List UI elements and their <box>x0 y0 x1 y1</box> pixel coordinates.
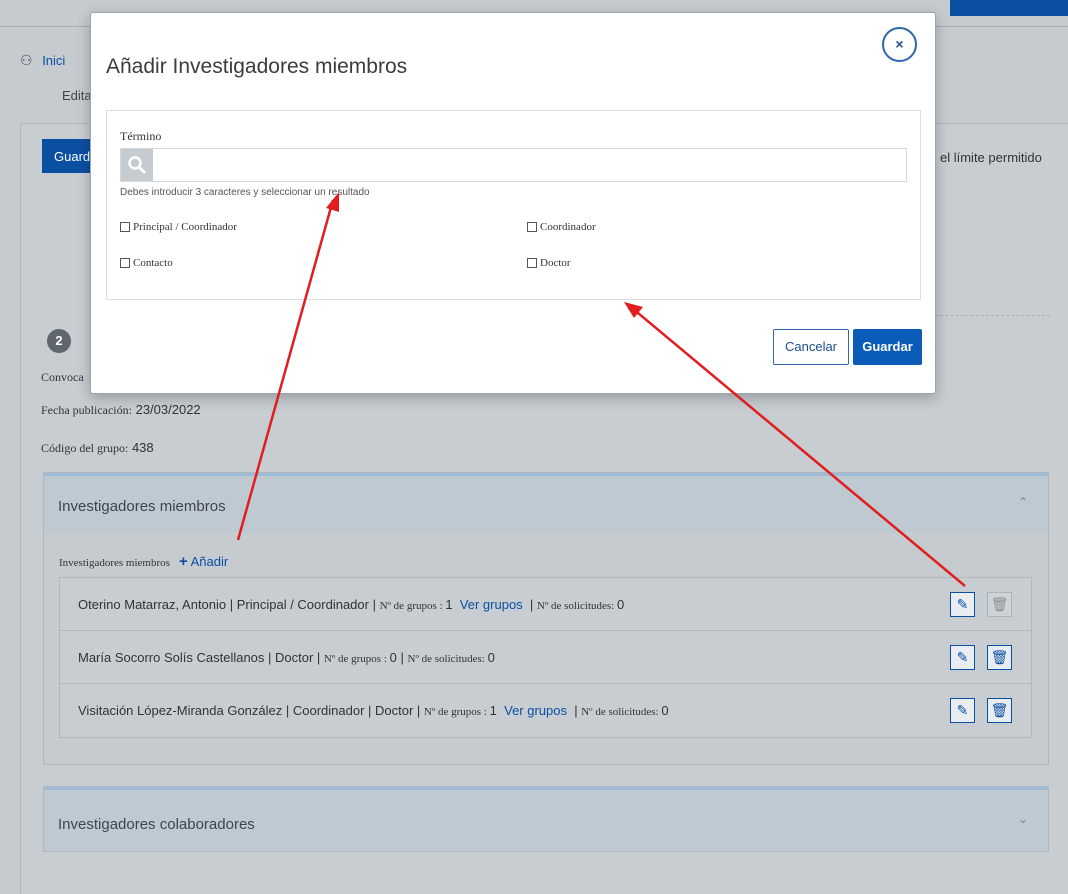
plus-icon: + <box>178 553 188 570</box>
grupos-value: 1 <box>445 597 453 612</box>
convocatoria-label: Convoca <box>41 370 84 384</box>
codigo-grupo: Código del grupo: 438 <box>41 440 154 456</box>
close-icon: × <box>895 36 904 52</box>
trash-icon: 🗑 <box>990 702 1009 718</box>
solicitudes-label: Nº de solicitudes: <box>581 706 662 718</box>
checkbox-label: Coordinador <box>540 221 596 233</box>
users-icon: ⚇ <box>20 52 33 68</box>
edit-button[interactable]: ✎ <box>950 592 975 617</box>
add-members-modal: Añadir Investigadores miembros × Término… <box>90 12 936 394</box>
grupos-value: 1 <box>489 703 497 718</box>
pencil-icon: ✎ <box>956 596 969 612</box>
member-name: Visitación López-Miranda González | Coor… <box>78 703 424 718</box>
solicitudes-label: Nº de solicitudes: <box>407 653 488 665</box>
delete-button[interactable]: 🗑 <box>987 645 1012 670</box>
trash-icon: 🗑 <box>990 649 1009 665</box>
checkbox-label: Contacto <box>133 257 173 269</box>
top-bar-accent <box>950 0 1068 16</box>
delete-button[interactable]: 🗑 <box>987 592 1012 617</box>
edit-button[interactable]: ✎ <box>950 645 975 670</box>
search-input[interactable] <box>154 149 906 181</box>
delete-button[interactable]: 🗑 <box>987 698 1012 723</box>
list-item: Visitación López-Miranda González | Coor… <box>60 684 1031 737</box>
checkbox-box[interactable] <box>527 222 537 232</box>
breadcrumb-current: Edita <box>62 88 92 103</box>
member-name: María Socorro Solís Castellanos | Doctor… <box>78 650 324 665</box>
collaborators-panel-header[interactable]: Investigadores colaboradores ⌄ <box>44 787 1048 851</box>
section-divider <box>930 315 1050 316</box>
solicitudes-value: 0 <box>487 650 495 665</box>
members-panel-header[interactable]: Investigadores miembros ⌃ <box>44 473 1048 533</box>
chevron-down-icon[interactable]: ⌄ <box>1018 812 1028 826</box>
modal-title: Añadir Investigadores miembros <box>106 55 408 78</box>
grupos-value: 0 | <box>389 650 408 665</box>
checkbox-box[interactable] <box>527 258 537 268</box>
chevron-up-icon[interactable]: ⌃ <box>1018 495 1028 509</box>
add-member-label: Añadir <box>190 554 229 569</box>
member-info: Visitación López-Miranda González | Coor… <box>78 703 669 718</box>
search-field <box>120 148 907 182</box>
ver-grupos-link[interactable]: Ver grupos <box>460 597 523 612</box>
list-item: María Socorro Solís Castellanos | Doctor… <box>60 631 1031 684</box>
checkbox-label: Doctor <box>540 257 571 269</box>
cancel-button[interactable]: Cancelar <box>773 329 849 365</box>
checkbox-label: Principal / Coordinador <box>133 221 237 233</box>
search-form: Término Debes introducir 3 caracteres y … <box>106 110 921 300</box>
checkbox-principal-coordinador[interactable]: Principal / Coordinador <box>120 221 237 233</box>
members-add-row: Investigadores miembros + Añadir <box>59 553 228 570</box>
breadcrumb-home-link[interactable]: Inici <box>42 53 65 68</box>
pencil-icon: ✎ <box>956 649 969 665</box>
checkbox-contacto[interactable]: Contacto <box>120 257 173 269</box>
grupos-label: Nº de grupos : <box>379 600 446 612</box>
members-panel-title: Investigadores miembros <box>58 498 226 515</box>
list-item: Oterino Matarraz, Antonio | Principal / … <box>60 578 1031 631</box>
collaborators-panel: Investigadores colaboradores ⌄ <box>43 786 1049 852</box>
add-member-link[interactable]: + Añadir <box>178 553 229 570</box>
grupos-label: Nº de grupos : <box>323 653 390 665</box>
fecha-publicacion: Fecha publicación: 23/03/2022 <box>41 402 201 418</box>
codigo-value: 438 <box>131 440 154 455</box>
checkbox-box[interactable] <box>120 258 130 268</box>
ver-grupos-link[interactable]: Ver grupos <box>504 703 567 718</box>
save-button[interactable]: Guardar <box>853 329 922 365</box>
collaborators-panel-title: Investigadores colaboradores <box>58 816 255 833</box>
solicitudes-value: 0 <box>661 703 669 718</box>
checkbox-coordinador[interactable]: Coordinador <box>527 221 596 233</box>
breadcrumb: ⚇ Inici <box>20 52 65 69</box>
step-number-badge: 2 <box>47 329 71 353</box>
close-button[interactable]: × <box>882 27 917 62</box>
search-hint: Debes introducir 3 caracteres y seleccio… <box>120 187 370 198</box>
member-info: Oterino Matarraz, Antonio | Principal / … <box>78 597 625 612</box>
member-name: Oterino Matarraz, Antonio | Principal / … <box>78 597 380 612</box>
members-list: Oterino Matarraz, Antonio | Principal / … <box>59 577 1032 738</box>
pencil-icon: ✎ <box>956 702 969 718</box>
term-label: Término <box>120 129 162 143</box>
limit-notice: el límite permitido <box>940 150 1042 165</box>
solicitudes-value: 0 <box>616 597 625 612</box>
fecha-value: 23/03/2022 <box>135 402 201 417</box>
trash-icon: 🗑 <box>990 596 1009 612</box>
fecha-label: Fecha publicación: <box>41 403 132 417</box>
edit-button[interactable]: ✎ <box>950 698 975 723</box>
checkbox-doctor[interactable]: Doctor <box>527 257 571 269</box>
solicitudes-label: Nº de solicitudes: <box>536 600 617 612</box>
search-icon <box>121 149 153 181</box>
grupos-label: Nº de grupos : <box>423 706 490 718</box>
members-label: Investigadores miembros <box>59 557 170 569</box>
checkbox-box[interactable] <box>120 222 130 232</box>
member-info: María Socorro Solís Castellanos | Doctor… <box>78 650 495 665</box>
codigo-label: Código del grupo: <box>41 441 129 455</box>
